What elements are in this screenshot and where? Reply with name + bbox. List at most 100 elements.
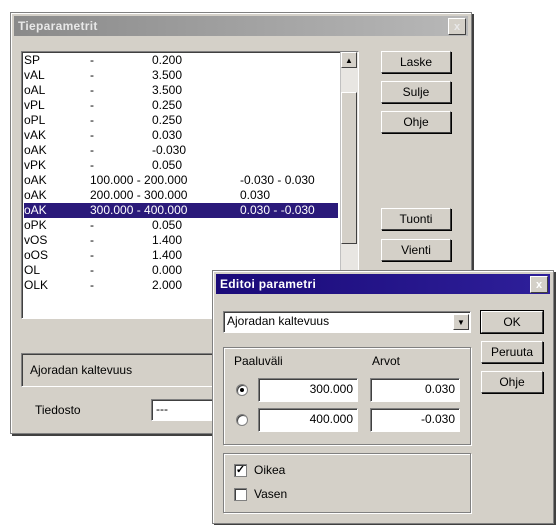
tiedosto-label: Tiedosto (35, 403, 81, 417)
vasen-label[interactable]: Vasen (254, 487, 287, 501)
list-item-value: 0.000 (152, 263, 183, 277)
parameter-dropdown[interactable]: Ajoradan kaltevuus ▼ (223, 311, 471, 333)
list-item-name: SP (24, 53, 41, 67)
list-item[interactable]: oAK 100.000 - 200.000 -0.030 - 0.030 (24, 173, 338, 188)
list-item[interactable]: SP - 0.200 (24, 53, 338, 68)
list-item-name: oPL (24, 113, 46, 127)
list-item-value: 1.400 (152, 233, 183, 247)
list-item-value: 2.000 (152, 278, 183, 292)
list-item-dash: - (90, 53, 94, 67)
list-item-range: 300.000 - 400.000 (90, 203, 188, 217)
list-item-dash: - (90, 83, 94, 97)
parameter-dropdown-value: Ajoradan kaltevuus (227, 314, 330, 328)
list-item[interactable]: vAL - 3.500 (24, 68, 338, 83)
list-item-dash: - (90, 143, 94, 157)
row1-paaluvali-input[interactable]: 300.000 (258, 378, 358, 402)
list-item-dash: - (90, 98, 94, 112)
list-item-value: 0.250 (152, 113, 183, 127)
list-item-dash: - (90, 158, 94, 172)
range-value-group: Paaluväli Arvot 300.000 0.030 400.000 -0… (223, 347, 471, 445)
list-item-dash: - (90, 233, 94, 247)
ok-button[interactable]: OK (480, 310, 544, 334)
scroll-up-arrow-icon[interactable]: ▲ (341, 52, 357, 68)
list-item-name: oPK (24, 218, 47, 232)
tieparametrit-titlebar[interactable]: Tieparametrit x (14, 16, 468, 36)
list-item-dash: - (90, 68, 94, 82)
row2-paaluvali-input[interactable]: 400.000 (258, 408, 358, 432)
list-item-name: OL (24, 263, 41, 277)
list-item-name: vPL (24, 98, 45, 112)
list-item-name: oOS (24, 248, 49, 262)
list-item-dash: - (90, 248, 94, 262)
tieparametrit-title: Tieparametrit (18, 19, 98, 33)
vienti-button[interactable]: Vienti (381, 239, 451, 261)
list-item-name: oAK (24, 203, 47, 217)
tiedosto-value: --- (156, 402, 168, 416)
list-item-name: vPK (24, 158, 47, 172)
scroll-thumb[interactable] (341, 92, 357, 244)
arvot-header: Arvot (372, 354, 401, 368)
list-item-value: 0.030 (152, 128, 183, 142)
editoi-titlebar[interactable]: Editoi parametri x (216, 274, 550, 294)
list-item-value: 0.200 (152, 53, 183, 67)
side-group: ✓ Oikea Vasen (223, 453, 471, 513)
editoi-ohje-button[interactable]: Ohje (481, 371, 543, 393)
row1-arvo-input[interactable]: 0.030 (370, 378, 460, 402)
list-item-range: 200.000 - 300.000 (90, 188, 188, 202)
list-item[interactable]: oOS - 1.400 (24, 248, 338, 263)
list-item-value: 3.500 (152, 68, 183, 82)
dropdown-arrow-icon[interactable]: ▼ (453, 314, 469, 330)
oikea-label[interactable]: Oikea (254, 463, 285, 477)
list-item[interactable]: oAK 300.000 - 400.000 0.030 - -0.030 (24, 203, 338, 218)
row2-radio[interactable] (236, 414, 248, 426)
list-item-name: vAL (24, 68, 45, 82)
list-item[interactable]: oPL - 0.250 (24, 113, 338, 128)
tuonti-button[interactable]: Tuonti (381, 208, 451, 230)
list-item-dash: - (90, 263, 94, 277)
list-item-name: OLK (24, 278, 49, 292)
sulje-button[interactable]: Sulje (381, 81, 451, 103)
list-item[interactable]: oPK - 0.050 (24, 218, 338, 233)
laske-button[interactable]: Laske (381, 51, 451, 73)
list-item-value: 0.050 (152, 158, 183, 172)
list-item-range: 100.000 - 200.000 (90, 173, 188, 187)
paaluvali-header: Paaluväli (234, 354, 283, 368)
list-item[interactable]: vPL - 0.250 (24, 98, 338, 113)
list-item[interactable]: oAK 200.000 - 300.000 0.030 (24, 188, 338, 203)
list-item-value: 3.500 (152, 83, 183, 97)
list-item[interactable]: oAK - -0.030 (24, 143, 338, 158)
list-item[interactable]: oAL - 3.500 (24, 83, 338, 98)
oikea-checkbox[interactable]: ✓ (234, 464, 247, 477)
parameter-name-field: Ajoradan kaltevuus (21, 353, 231, 387)
editoi-close-button[interactable]: x (530, 276, 548, 293)
row1-radio[interactable] (236, 384, 248, 396)
list-item-value: 0.050 (152, 218, 183, 232)
editoi-title: Editoi parametri (220, 277, 317, 291)
list-item-name: oAK (24, 143, 47, 157)
editoi-dialog: Editoi parametri x Ajoradan kaltevuus ▼ … (212, 270, 554, 524)
row2-arvo-input[interactable]: -0.030 (370, 408, 460, 432)
list-item-name: vOS (24, 233, 48, 247)
list-item-dash: - (90, 113, 94, 127)
list-item[interactable]: vOS - 1.400 (24, 233, 338, 248)
list-item-name: vAK (24, 128, 47, 142)
list-item-value: 1.400 (152, 248, 183, 262)
list-item-value: 0.250 (152, 98, 183, 112)
tieparametrit-close-button[interactable]: x (448, 18, 466, 35)
list-item[interactable]: vAK - 0.030 (24, 128, 338, 143)
list-item-name: oAK (24, 188, 47, 202)
list-item-value: -0.030 - 0.030 (240, 173, 315, 187)
list-item-value: -0.030 (152, 143, 187, 157)
list-item-dash: - (90, 128, 94, 142)
list-item-name: oAL (24, 83, 46, 97)
parameter-name-label: Ajoradan kaltevuus (30, 363, 133, 377)
list-item-dash: - (90, 218, 94, 232)
ohje-button[interactable]: Ohje (381, 111, 451, 133)
list-item-value: 0.030 (240, 188, 271, 202)
list-item[interactable]: vPK - 0.050 (24, 158, 338, 173)
peruuta-button[interactable]: Peruuta (481, 341, 543, 363)
list-item-dash: - (90, 278, 94, 292)
list-item-name: oAK (24, 173, 47, 187)
vasen-checkbox[interactable] (234, 488, 247, 501)
list-item-value: 0.030 - -0.030 (240, 203, 315, 217)
